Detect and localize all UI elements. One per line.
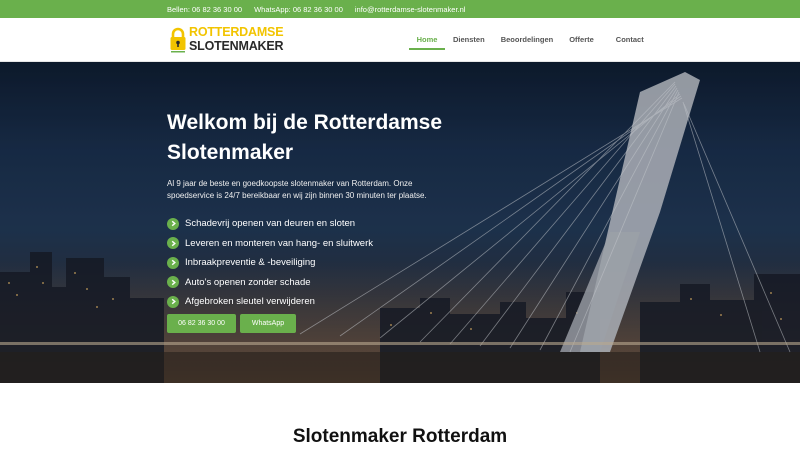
nav-item-beoordelingen[interactable]: Beoordelingen xyxy=(493,18,562,62)
nav-item-diensten[interactable]: Diensten xyxy=(453,18,493,62)
feature-item: Inbraakpreventie & -beveiliging xyxy=(167,253,467,273)
nav-item-contact[interactable]: Contact xyxy=(602,18,644,62)
nav-item-home[interactable]: Home xyxy=(409,18,445,62)
check-circle-icon xyxy=(167,237,179,250)
hero-title: Welkom bij de Rotterdamse Slotenmaker xyxy=(167,111,443,164)
hero-section: Welkom bij de Rotterdamse Slotenmaker Al… xyxy=(0,62,800,383)
feature-label: Inbraakpreventie & -beveiliging xyxy=(185,257,316,269)
check-circle-icon xyxy=(167,276,179,289)
feature-item: Schadevrij openen van deuren en sloten xyxy=(167,214,467,234)
hero-content: Welkom bij de Rotterdamse Slotenmaker Al… xyxy=(167,108,467,312)
feature-item: Afgebroken sleutel verwijderen xyxy=(167,292,467,312)
hero-intro-text: Al 9 jaar de beste en goedkoopste sloten… xyxy=(167,179,427,200)
check-circle-icon xyxy=(167,217,179,230)
feature-label: Afgebroken sleutel verwijderen xyxy=(185,296,315,308)
feature-item: Auto’s openen zonder schade xyxy=(167,273,467,293)
hero-buttons: 06 82 36 30 00 WhatsApp xyxy=(167,314,296,333)
site-header: Rotterdamse Slotenmaker Home Diensten Be… xyxy=(0,18,800,62)
nav-item-offerte[interactable]: Offerte xyxy=(561,18,602,62)
feature-item: Leveren en monteren van hang- en sluitwe… xyxy=(167,234,467,254)
feature-list: Schadevrij openen van deuren en sloten L… xyxy=(167,214,467,312)
whatsapp-button[interactable]: WhatsApp xyxy=(240,314,296,333)
feature-label: Auto’s openen zonder schade xyxy=(185,276,311,288)
main-nav: Home Diensten Beoordelingen Offerte Cont… xyxy=(409,18,644,62)
feature-label: Leveren en monteren van hang- en sluitwe… xyxy=(185,237,374,249)
topbar-phone[interactable]: Bellen: 06 82 36 30 00 xyxy=(167,5,242,14)
check-circle-icon xyxy=(167,295,179,308)
top-contact-bar: Bellen: 06 82 36 30 00 WhatsApp: 06 82 3… xyxy=(0,0,800,18)
site-logo[interactable]: Rotterdamse Slotenmaker xyxy=(170,25,284,57)
topbar-email[interactable]: info@rotterdamse-slotenmaker.nl xyxy=(355,5,466,14)
section-title: Slotenmaker Rotterdam xyxy=(292,426,508,447)
check-circle-icon xyxy=(167,256,179,269)
logo-text-bottom: Slotenmaker xyxy=(189,39,284,53)
logo-text-top: Rotterdamse xyxy=(189,25,284,39)
feature-label: Schadevrij openen van deuren en sloten xyxy=(185,218,356,230)
call-button[interactable]: 06 82 36 30 00 xyxy=(167,314,236,333)
padlock-icon xyxy=(170,27,186,53)
topbar-whatsapp[interactable]: WhatsApp: 06 82 36 30 00 xyxy=(254,5,343,14)
